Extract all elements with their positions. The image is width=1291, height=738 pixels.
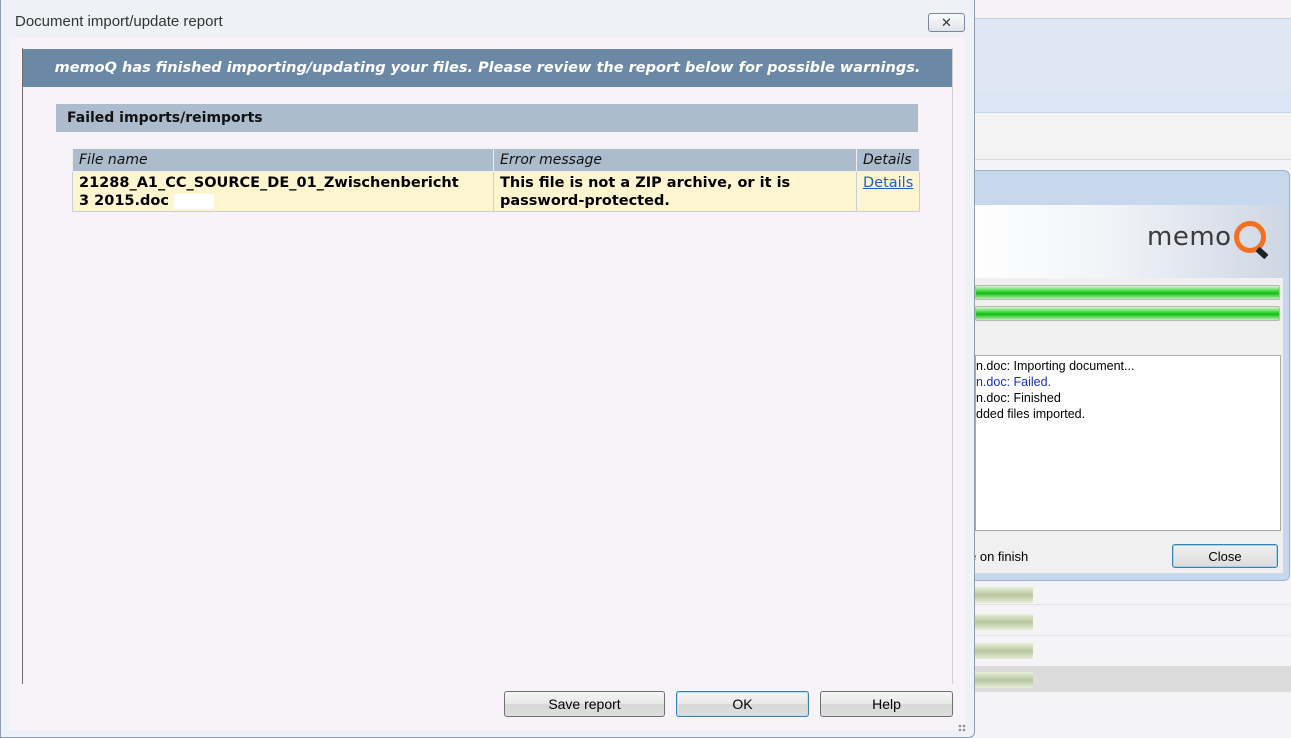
background-row-divider [968,635,1291,636]
save-report-button[interactable]: Save report [504,691,665,717]
log-line: dded files imported. [976,407,1086,421]
import-log[interactable]: n.doc: Importing document... n.doc: Fail… [975,355,1281,531]
background-row-progress [975,614,1033,630]
title-bar[interactable]: Document import/update report ✕ [1,0,974,37]
memoq-logo-text: memo [1147,222,1232,252]
details-cell: Details [856,171,920,212]
background-row-progress [975,587,1033,603]
log-line: n.doc: Finished [976,391,1061,405]
file-name-line1: 21288_A1_CC_SOURCE_DE_01_Zwischenbericht [79,175,459,191]
file-name-line2: 3 2015.doc [79,193,169,209]
table-header-row: File name Error message Details [72,148,920,172]
file-name-cell: 21288_A1_CC_SOURCE_DE_01_Zwischenbericht… [72,171,494,212]
report-view[interactable] [22,48,953,684]
log-line: n.doc: Importing document... [976,359,1135,373]
background-ribbon [968,18,1291,91]
background-row-progress [975,672,1033,688]
background-titlestrip [968,0,1291,18]
error-message-cell: This file is not a ZIP archive, or it is… [493,171,857,212]
close-on-finish-label[interactable]: e on finish [969,549,1028,564]
background-toolbar [968,113,1291,160]
column-header-details: Details [856,148,920,172]
close-icon[interactable]: ✕ [928,13,965,32]
log-line-failed: n.doc: Failed. [976,375,1052,389]
dialog-title: Document import/update report [15,13,223,30]
background-row-progress [975,643,1033,659]
column-header-file-name: File name [72,148,494,172]
file-progress-bar [975,306,1280,321]
redacted-region [174,193,215,209]
section-failed-imports: Failed imports/reimports [56,104,918,132]
help-button[interactable]: Help [820,691,953,717]
memoq-logo: memo [1147,217,1266,257]
background-ribbon-tabs [968,90,1291,113]
table-row: 21288_A1_CC_SOURCE_DE_01_Zwischenbericht… [72,171,920,212]
background-row-divider [968,604,1291,605]
report-banner: memoQ has finished importing/updating yo… [23,49,952,87]
failed-imports-table: File name Error message Details 21288_A1… [72,148,920,212]
close-button[interactable]: Close [1172,544,1278,568]
memoq-q-icon [1233,221,1266,253]
details-link[interactable]: Details [863,175,913,191]
overall-progress-bar [975,285,1280,300]
resize-grip-icon[interactable] [958,724,966,732]
column-header-error-message: Error message [493,148,857,172]
ok-button[interactable]: OK [676,691,809,717]
